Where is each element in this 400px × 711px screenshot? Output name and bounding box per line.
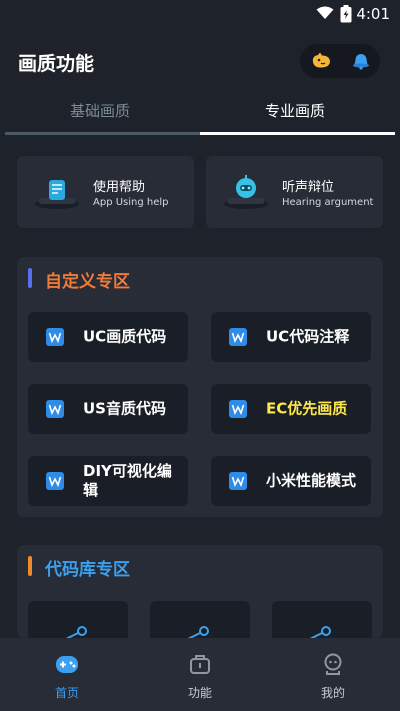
item-xiaomi-performance[interactable]: 小米性能模式 <box>211 456 371 506</box>
nav-label: 我的 <box>320 686 345 700</box>
tab-underline-active <box>200 132 395 135</box>
library-card[interactable] <box>272 601 372 641</box>
document-icon <box>229 472 247 490</box>
help-card-usage[interactable]: 使用帮助 App Using help <box>17 156 194 228</box>
help-card-hearing[interactable]: 听声辩位 Hearing argument <box>206 156 383 228</box>
library-card[interactable] <box>150 601 250 641</box>
bell-icon[interactable] <box>351 52 371 70</box>
item-uc-code-notes[interactable]: UC代码注释 <box>211 312 371 362</box>
section-title: 自定义专区 <box>45 272 130 292</box>
nav-home[interactable]: 首页 <box>27 652 107 701</box>
section-marker <box>28 268 32 288</box>
robot-face-icon <box>324 653 342 675</box>
tab-underline-inactive <box>5 132 200 135</box>
item-us-audio-code[interactable]: US音质代码 <box>28 384 188 434</box>
page-title: 画质功能 <box>18 53 95 75</box>
wifi-icon <box>316 6 334 19</box>
help-card-subtitle: App Using help <box>93 197 169 208</box>
pet-icon[interactable] <box>310 52 332 70</box>
battery-icon <box>340 5 352 23</box>
item-label: EC优先画质 <box>266 399 348 418</box>
document-icon <box>229 400 247 418</box>
tab-basic-quality[interactable]: 基础画质 <box>5 92 195 132</box>
status-bar: 4:01 <box>0 0 400 28</box>
library-card[interactable] <box>28 601 128 641</box>
tab-bar: 基础画质 专业画质 <box>0 92 400 136</box>
help-book-icon <box>35 180 79 209</box>
document-icon <box>46 400 64 418</box>
item-label: US音质代码 <box>83 399 166 418</box>
section-title: 代码库专区 <box>45 560 130 580</box>
document-icon <box>46 472 64 490</box>
toolbox-icon <box>190 655 210 674</box>
section-marker <box>28 556 32 576</box>
help-card-subtitle: Hearing argument <box>282 197 374 208</box>
header-action-pill <box>300 44 380 78</box>
nav-label: 功能 <box>187 686 212 700</box>
nav-features[interactable]: 功能 <box>160 652 240 701</box>
status-time: 4:01 <box>356 5 390 23</box>
robot-icon <box>224 175 268 209</box>
bottom-nav: 首页 功能 我的 <box>0 638 400 711</box>
help-card-title: 使用帮助 <box>93 180 146 195</box>
custom-section: 自定义专区 UC画质代码 UC代码注释 US音质代码 EC优先画质 DIY可视化… <box>17 257 383 517</box>
item-diy-visual-edit[interactable]: DIY可视化编辑 <box>28 456 188 506</box>
help-card-title: 听声辩位 <box>282 180 335 195</box>
nav-label: 首页 <box>54 686 79 700</box>
gamepad-icon <box>56 656 78 673</box>
nav-profile[interactable]: 我的 <box>293 652 373 701</box>
document-icon <box>46 328 64 346</box>
item-uc-quality-code[interactable]: UC画质代码 <box>28 312 188 362</box>
tab-pro-quality[interactable]: 专业画质 <box>200 92 390 132</box>
item-ec-priority-quality[interactable]: EC优先画质 <box>211 384 371 434</box>
item-label: DIY可视化编辑 <box>83 462 172 499</box>
item-label: UC代码注释 <box>266 327 350 346</box>
document-icon <box>229 328 247 346</box>
item-label: UC画质代码 <box>83 327 167 346</box>
item-label: 小米性能模式 <box>266 471 357 490</box>
